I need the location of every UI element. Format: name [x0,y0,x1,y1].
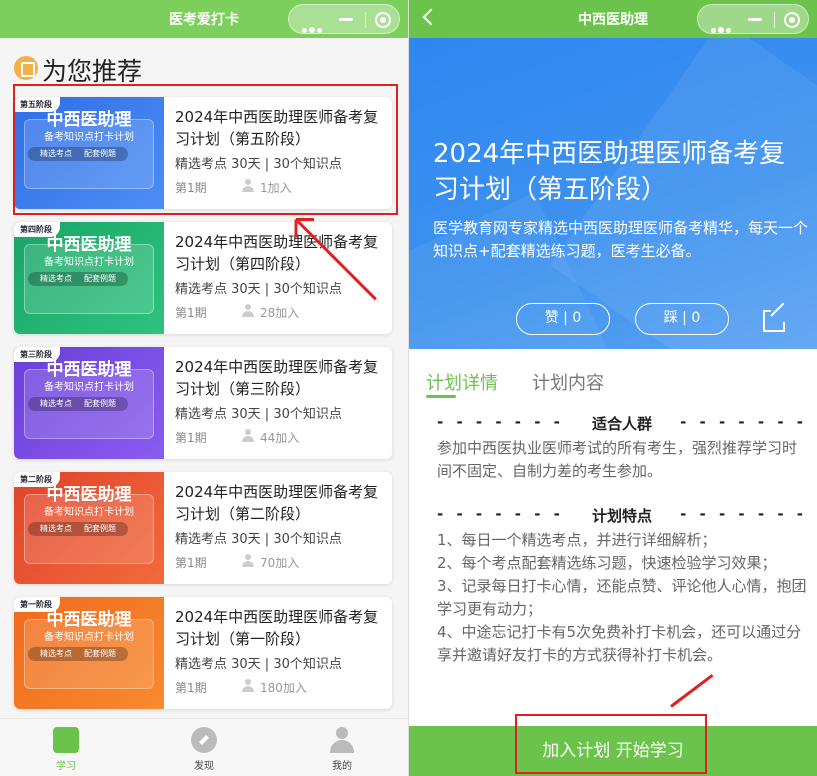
thumbnail-tags: 精选考点 配套例题 [28,522,128,536]
thumbnail-subtitle: 备考知识点打卡计划 [44,257,134,268]
screenshot: 医考爱打卡 为您推荐 第五阶段 中西医助理 备考知识点打卡计划 精选考点 配套例题 202… [0,0,817,776]
mini-program-capsule [288,4,400,34]
annotation-arrowhead [294,219,298,238]
tab-study[interactable]: 学习 [36,727,96,772]
card-title: 2024年中西医助理医师备考复习计划（第一阶段） [175,608,379,648]
thumbnail-title: 中西医助理 [46,610,132,630]
section-heading: - - - - - - - 计划特点 - - - - - - - [437,505,807,525]
tag: 精选考点 [40,274,72,283]
plan-detail: - - - - - - - 适合人群 - - - - - - - 参加中西医执业… [437,413,807,667]
tab-label: 我的 [332,761,352,772]
plan-title: 2024年中西医助理医师备考复习计划（第五阶段） [433,139,786,205]
user-icon [242,679,254,693]
card-title: 2024年中西医助理医师备考复习计划（第三阶段） [175,358,379,398]
tab-bar: 学习 发现 我的 [0,718,408,776]
thumbnail-tags: 精选考点 配套例题 [28,272,128,286]
detail-tabs: 计划详情 计划内容 [409,349,817,401]
more-icon[interactable] [302,18,324,37]
thumbnail-title: 中西医助理 [46,235,132,255]
like-button[interactable]: 赞 | 0 [516,303,610,335]
join-count: 70加入 [260,556,300,570]
card-title: 2024年中西医助理医师备考复习计划（第二阶段） [175,483,379,523]
thumbnail-title: 中西医助理 [46,360,132,380]
tag: 配套例题 [84,274,116,283]
card-period: 第1期 [175,556,207,570]
card-period: 第1期 [175,431,207,445]
feature-item: 4、中途忘记打卡有5次免费补打卡机会，还可以通过分享并邀请好友打卡的方式获得补打… [437,623,802,664]
tag: 精选考点 [40,399,72,408]
feature-item: 3、记录每日打卡心情，还能点赞、评论他人心情，抱团学习更有动力； [437,577,807,618]
tag: 精选考点 [40,649,72,658]
plan-card[interactable]: 第四阶段 中西医助理 备考知识点打卡计划 精选考点 配套例题 2024年中西医助理医师备考… [14,222,392,334]
plan-card[interactable]: 第二阶段 中西医助理 备考知识点打卡计划 精选考点 配套例题 2024年中西医助理医师备考… [14,472,392,584]
minimize-icon[interactable] [339,18,353,21]
tag: 配套例题 [84,399,116,408]
tab-plan-content[interactable]: 计划内容 [532,369,604,395]
person-icon [329,727,355,753]
card-meta: 精选考点 30天 | 30个知识点 [175,407,342,422]
thumbnail-subtitle: 备考知识点打卡计划 [44,507,134,518]
plan-thumbnail: 第一阶段 中西医助理 备考知识点打卡计划 精选考点 配套例题 [14,597,164,709]
nav-bar: 医考爱打卡 [0,0,408,38]
card-meta: 精选考点 30天 | 30个知识点 [175,532,342,547]
tab-mine[interactable]: 我的 [312,727,372,772]
feature-item: 1、每日一个精选考点，并进行详细解析； [437,531,717,549]
nav-bar: 中西医助理 [409,0,817,38]
tab-indicator [426,395,456,398]
book-icon [53,727,79,753]
user-icon [242,429,254,443]
close-circle-icon[interactable] [375,12,391,28]
plan-thumbnail: 第二阶段 中西医助理 备考知识点打卡计划 精选考点 配套例题 [14,472,164,584]
card-period: 第1期 [175,306,207,320]
card-period: 第1期 [175,681,207,695]
section-heading: - - - - - - - 适合人群 - - - - - - - [437,413,807,433]
tab-label: 学习 [56,761,76,772]
card-meta: 精选考点 30天 | 30个知识点 [175,657,342,672]
tag: 配套例题 [84,524,116,533]
join-count: 28加入 [260,306,300,320]
annotation-arrow [670,674,714,708]
tab-discover[interactable]: 发现 [174,727,234,772]
share-icon[interactable] [763,302,789,332]
more-icon[interactable] [711,18,733,37]
card-title: 2024年中西医助理医师备考复习计划（第四阶段） [175,233,379,273]
thumbnail-subtitle: 备考知识点打卡计划 [44,632,134,643]
card-meta: 精选考点 30天 | 30个知识点 [175,282,342,297]
list-page: 医考爱打卡 为您推荐 第五阶段 中西医助理 备考知识点打卡计划 精选考点 配套例题 202… [0,0,408,776]
user-icon [242,554,254,568]
join-count: 44加入 [260,431,300,445]
audience-text: 参加中西医执业医师考试的所有考生，强烈推荐学习时间不固定、自制力差的考生参加。 [437,439,798,480]
section-heading-text: 适合人群 [591,415,652,433]
join-count: 180加入 [260,681,307,695]
plan-card[interactable]: 第一阶段 中西医助理 备考知识点打卡计划 精选考点 配套例题 2024年中西医助理医师备考… [14,597,392,709]
thumbnail-tags: 精选考点 配套例题 [28,397,128,411]
tag: 配套例题 [84,649,116,658]
detail-page: 中西医助理 2024年中西医助理医师备考复习计划（第五阶段） 医学教育网专家精选… [409,0,817,776]
section-title: 为您推荐 [42,57,143,86]
tab-label: 发现 [194,761,214,772]
user-icon [242,304,254,318]
tab-plan-detail[interactable]: 计划详情 [426,369,498,395]
section-heading-text: 计划特点 [591,507,652,525]
compass-icon [191,727,217,753]
thumbnail-title: 中西医助理 [46,485,132,505]
plan-thumbnail: 第三阶段 中西医助理 备考知识点打卡计划 精选考点 配套例题 [14,347,164,459]
dislike-button[interactable]: 踩 | 0 [635,303,729,335]
highlight-box [13,84,398,215]
bookmark-icon [14,56,38,80]
thumbnail-tags: 精选考点 配套例题 [28,647,128,661]
close-circle-icon[interactable] [784,12,800,28]
thumbnail-subtitle: 备考知识点打卡计划 [44,382,134,393]
minimize-icon[interactable] [748,18,762,21]
feature-item: 2、每个考点配套精选练习题，快速检验学习效果； [437,554,777,572]
plan-thumbnail: 第四阶段 中西医助理 备考知识点打卡计划 精选考点 配套例题 [14,222,164,334]
plan-banner: 2024年中西医助理医师备考复习计划（第五阶段） 医学教育网专家精选中西医助理医… [409,38,817,349]
mini-program-capsule [697,4,809,34]
plan-description: 医学教育网专家精选中西医助理医师备考精华，每天一个知识点+配套精选练习题，医考生… [433,219,809,260]
plan-card[interactable]: 第三阶段 中西医助理 备考知识点打卡计划 精选考点 配套例题 2024年中西医助理医师备考… [14,347,392,459]
tag: 精选考点 [40,524,72,533]
annotation-arrowhead [296,218,314,221]
highlight-box [515,714,707,774]
